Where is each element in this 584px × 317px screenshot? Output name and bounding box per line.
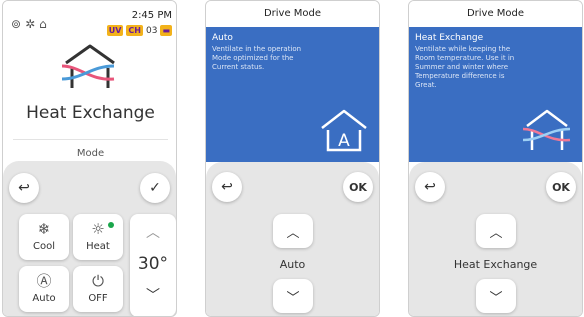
uv-badge: UV	[106, 25, 124, 36]
back-button[interactable]: ↩	[415, 172, 445, 202]
sensor-icon: ⊚	[11, 17, 22, 31]
house-fan-icon: ⌂	[39, 17, 47, 31]
ch-badge: CH	[126, 25, 143, 36]
mode-description: Ventilate in the operation Mode optimize…	[212, 45, 302, 71]
ok-button[interactable]: OK	[546, 172, 576, 202]
auto-icon: Ⓐ	[36, 272, 52, 290]
auto-label: Auto	[32, 293, 56, 304]
mode-down-button[interactable]: ﹀	[273, 279, 313, 313]
heat-button[interactable]: ☼ Heat	[73, 214, 123, 260]
sun-icon: ☼	[91, 220, 105, 238]
off-button[interactable]: ⏻ OFF	[73, 266, 123, 312]
heat-exchange-icon	[522, 109, 571, 150]
chevron-up-icon: ︿	[489, 225, 503, 241]
current-mode-name: Heat Exchange	[26, 103, 155, 123]
home-top: ⊚ ✲ ⌂ 2:45 PM UV CH 03 ▬ Heat Exchange M…	[3, 1, 176, 161]
temp-down-button[interactable]: ﹀	[130, 285, 176, 305]
heat-exchange-icon	[61, 44, 115, 88]
auto-house-icon: A	[321, 109, 367, 152]
selected-mode: Heat Exchange	[453, 258, 538, 271]
back-arrow-icon: ↩	[18, 180, 30, 196]
back-button[interactable]: ↩	[9, 173, 39, 203]
auto-button[interactable]: Ⓐ Auto	[19, 266, 69, 312]
snowflake-icon: ❄	[37, 220, 51, 238]
confirm-button[interactable]: ✓	[140, 173, 170, 203]
mode-title: Auto	[212, 33, 233, 43]
power-off-icon: ⏻	[92, 272, 104, 290]
status-icons: ⊚ ✲ ⌂	[11, 17, 47, 31]
ch-number: 03	[145, 25, 158, 36]
off-label: OFF	[88, 293, 108, 304]
temp-up-button[interactable]: ︿	[130, 222, 176, 242]
back-button[interactable]: ↩	[212, 172, 242, 202]
back-arrow-icon: ↩	[424, 179, 436, 195]
selected-mode: Auto	[279, 258, 306, 271]
status-badges: UV CH 03 ▬	[106, 25, 172, 36]
heat-label: Heat	[86, 241, 110, 252]
screen-header: Drive Mode	[409, 1, 582, 27]
mode-info-panel: Auto Ventilate in the operation Mode opt…	[206, 27, 379, 162]
mode-up-button[interactable]: ︿	[273, 214, 313, 248]
mode-label: Mode	[13, 139, 168, 159]
cool-button[interactable]: ❄ Cool	[19, 214, 69, 260]
check-icon: ✓	[149, 180, 161, 196]
ok-button[interactable]: OK	[343, 172, 373, 202]
mode-info-panel: Heat Exchange Ventilate while keeping th…	[409, 27, 582, 162]
drive-mode-auto-screen: Drive Mode Auto Ventilate in the operati…	[205, 0, 380, 317]
filter-icon: ▬	[160, 25, 172, 36]
active-indicator	[108, 222, 114, 228]
fan-icon: ✲	[25, 17, 36, 31]
temperature-value: 30°	[137, 254, 169, 274]
screen-header: Drive Mode	[206, 1, 379, 27]
drive-mode-heat-exchange-screen: Drive Mode Heat Exchange Ventilate while…	[408, 0, 583, 317]
temperature-control: ︿ 30° ﹀	[130, 214, 176, 316]
svg-text:A: A	[338, 131, 350, 151]
back-arrow-icon: ↩	[221, 179, 233, 195]
home-screen: ⊚ ✲ ⌂ 2:45 PM UV CH 03 ▬ Heat Exchange M…	[2, 0, 177, 317]
mode-title: Heat Exchange	[415, 33, 484, 43]
status-bar: ⊚ ✲ ⌂ 2:45 PM UV CH 03 ▬	[11, 7, 172, 37]
status-time: 2:45 PM	[131, 10, 172, 21]
mode-down-button[interactable]: ﹀	[476, 279, 516, 313]
chevron-down-icon: ﹀	[286, 290, 300, 306]
cool-label: Cool	[33, 241, 55, 252]
mode-up-button[interactable]: ︿	[476, 214, 516, 248]
chevron-up-icon: ︿	[286, 225, 300, 241]
mode-description: Ventilate while keeping the Room tempera…	[415, 45, 515, 89]
chevron-down-icon: ﹀	[489, 290, 503, 306]
